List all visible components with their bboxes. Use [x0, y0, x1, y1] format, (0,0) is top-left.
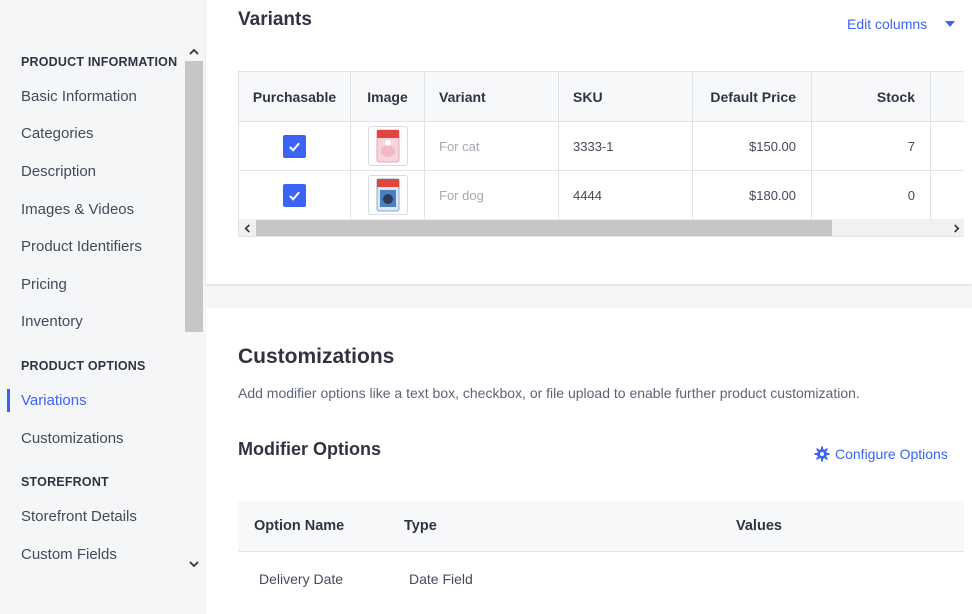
- variants-panel: Variants Edit columns Purchasable Image …: [206, 0, 972, 284]
- row-more-cell: [931, 171, 964, 219]
- table-row[interactable]: Delivery Date Date Field: [238, 552, 964, 607]
- column-header-purchasable[interactable]: Purchasable: [239, 72, 351, 121]
- sidebar-item-product-identifiers[interactable]: Product Identifiers: [21, 238, 142, 255]
- scroll-down-button[interactable]: [185, 555, 203, 573]
- edit-columns-label: Edit columns: [847, 16, 928, 32]
- variant-name: For dog: [425, 171, 559, 219]
- chevron-up-icon: [189, 48, 199, 55]
- gear-icon: [814, 446, 830, 462]
- active-indicator: [7, 389, 10, 412]
- image-cell: [351, 122, 425, 170]
- variants-table: Purchasable Image Variant SKU Default Pr…: [238, 71, 964, 237]
- sku-value: 4444: [559, 171, 693, 219]
- variants-title: Variants: [238, 9, 312, 30]
- variant-name: For cat: [425, 122, 559, 170]
- column-header-option-name: Option Name: [254, 518, 345, 534]
- scroll-up-button[interactable]: [185, 43, 203, 61]
- scroll-left-button[interactable]: [239, 219, 256, 236]
- modifier-table-header: Option Name Type Values: [238, 501, 964, 552]
- stock-value: 0: [812, 171, 931, 219]
- chevron-right-icon: [954, 223, 960, 233]
- configure-options-button[interactable]: Configure Options: [814, 446, 948, 462]
- sku-value: 3333-1: [559, 122, 693, 170]
- modifier-options-title: Modifier Options: [238, 439, 381, 459]
- table-horizontal-scrollbar[interactable]: [239, 219, 964, 236]
- sidebar-item-variations[interactable]: Variations: [21, 392, 87, 409]
- customizations-description: Add modifier options like a text box, ch…: [238, 385, 860, 401]
- sidebar-item-categories[interactable]: Categories: [21, 125, 94, 142]
- row-more-cell: [931, 122, 964, 170]
- dog-food-package-icon: [376, 178, 399, 212]
- check-icon: [289, 191, 300, 201]
- edit-columns-button[interactable]: Edit columns: [847, 16, 956, 32]
- sidebar-item-storefront-details[interactable]: Storefront Details: [21, 508, 137, 525]
- price-value: $150.00: [693, 122, 812, 170]
- sidebar-item-description[interactable]: Description: [21, 163, 96, 180]
- table-row: For cat 3333-1 $150.00 7: [239, 122, 964, 171]
- variant-thumbnail[interactable]: [367, 175, 408, 215]
- chevron-down-icon: [189, 561, 199, 568]
- sidebar-item-images-videos[interactable]: Images & Videos: [21, 201, 134, 218]
- caret-down-icon: [945, 21, 956, 27]
- option-name-value: Delivery Date: [259, 571, 344, 587]
- sidebar-item-customizations[interactable]: Customizations: [21, 430, 124, 447]
- nav-group-product-options: PRODUCT OPTIONS: [21, 359, 146, 373]
- table-row: For dog 4444 $180.00 0: [239, 171, 964, 219]
- sidebar-item-basic-information[interactable]: Basic Information: [21, 88, 137, 105]
- column-header-type: Type: [404, 518, 437, 534]
- column-header-sku[interactable]: SKU: [559, 72, 693, 121]
- column-header-more: [931, 72, 964, 121]
- variant-thumbnail[interactable]: [367, 126, 408, 166]
- sidebar-item-custom-fields[interactable]: Custom Fields: [21, 546, 117, 563]
- column-header-values: Values: [736, 518, 782, 534]
- customizations-title: Customizations: [238, 345, 395, 368]
- nav-group-product-information: PRODUCT INFORMATION: [21, 55, 178, 69]
- image-cell: [351, 171, 425, 219]
- column-header-stock[interactable]: Stock: [812, 72, 931, 121]
- sidebar-nav: PRODUCT INFORMATION Basic Information Ca…: [0, 0, 185, 614]
- horizontal-scrollbar-thumb[interactable]: [256, 220, 832, 236]
- scroll-right-button[interactable]: [948, 219, 964, 236]
- cat-food-package-icon: [376, 129, 399, 163]
- option-type-value: Date Field: [409, 571, 473, 587]
- nav-group-storefront: STOREFRONT: [21, 475, 109, 489]
- column-header-default-price[interactable]: Default Price: [693, 72, 812, 121]
- customizations-panel: Customizations Add modifier options like…: [206, 308, 972, 614]
- sidebar-item-inventory[interactable]: Inventory: [21, 313, 83, 330]
- purchasable-checkbox[interactable]: [283, 134, 306, 158]
- column-header-variant[interactable]: Variant: [425, 72, 559, 121]
- check-icon: [289, 142, 300, 152]
- chevron-left-icon: [244, 223, 250, 233]
- price-value: $180.00: [693, 171, 812, 219]
- purchasable-checkbox[interactable]: [283, 183, 306, 207]
- sidebar-scrollbar-thumb[interactable]: [185, 61, 203, 332]
- stock-value: 7: [812, 122, 931, 170]
- purchasable-cell: [239, 171, 351, 219]
- purchasable-cell: [239, 122, 351, 170]
- sidebar-item-pricing[interactable]: Pricing: [21, 276, 67, 293]
- sidebar: PRODUCT INFORMATION Basic Information Ca…: [0, 0, 205, 614]
- configure-options-label: Configure Options: [835, 446, 948, 462]
- variants-table-header: Purchasable Image Variant SKU Default Pr…: [239, 72, 964, 122]
- column-header-image[interactable]: Image: [351, 72, 425, 121]
